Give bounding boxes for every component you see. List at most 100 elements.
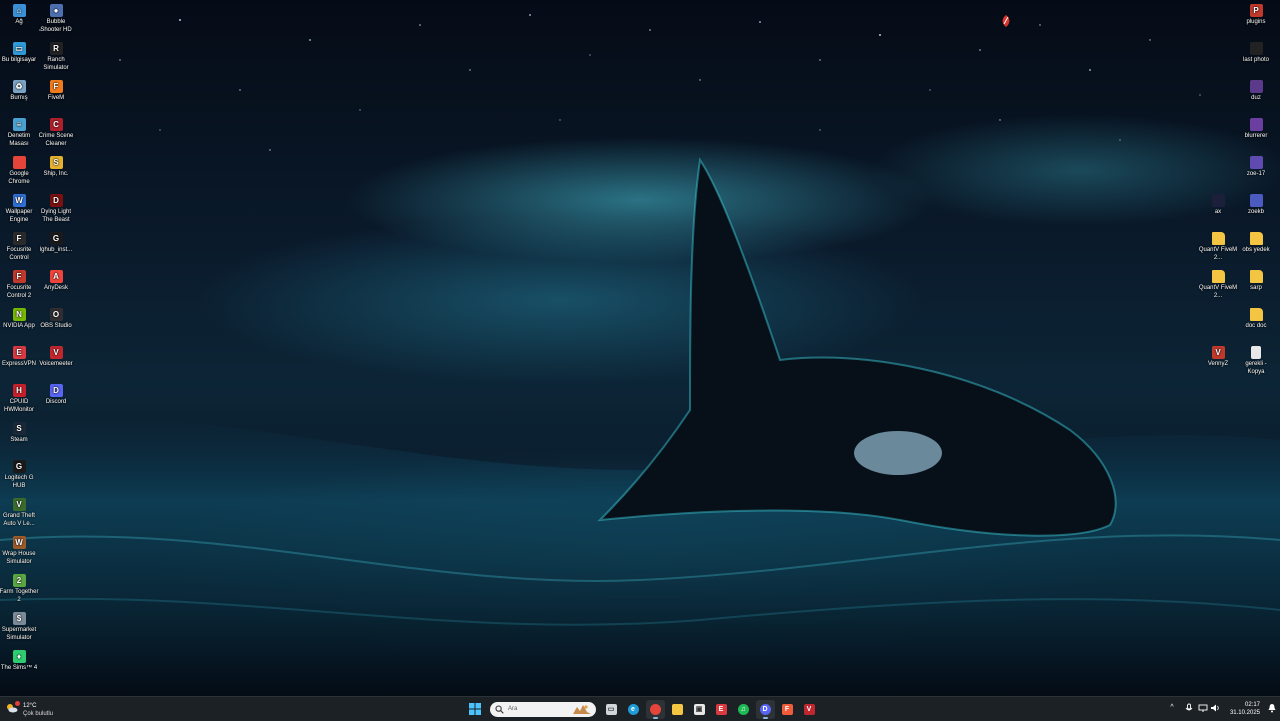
farm-icon: 2 [12, 574, 26, 587]
desktop-icon-label: QuantV FiveM 2... [1198, 285, 1238, 299]
desktop-icon-wallpaper-engine[interactable]: W Wallpaper Engine [0, 194, 39, 224]
desktop-icon-dying-light[interactable]: D Dying Light The Beast [36, 194, 76, 224]
chrome-icon [12, 156, 26, 169]
desktop-icon-plugins[interactable]: Pplugins [1236, 4, 1276, 27]
desktop-icon-label: obs yedek [1242, 247, 1270, 253]
desktop-icon-vennyz[interactable]: V VennyZ [1198, 346, 1238, 369]
desktop-icon-wrap-house[interactable]: W Wrap House Simulator [0, 536, 39, 566]
desktop-icon-chrome[interactable]: Google Chrome [0, 156, 39, 186]
logitech-icon: G [12, 460, 26, 473]
desktop-icon-label: Focusrite Control 2 [6, 285, 32, 299]
desktop-icon-image[interactable]: ax [1198, 194, 1238, 217]
start-button[interactable] [466, 700, 485, 719]
desktop-icon-image[interactable]: zoe-17 [1236, 156, 1276, 179]
desktop-icon-label: blurrerer [1244, 133, 1268, 139]
tray-overflow-chevron-icon[interactable]: ^ [1167, 703, 1177, 713]
desktop-icon-folder[interactable]: sarp [1236, 270, 1276, 293]
taskbar-app-edge[interactable]: e [624, 700, 643, 719]
desktop-icon-label: Dying Light The Beast [40, 209, 72, 223]
desktop-icon-gta[interactable]: V Grand Theft Auto V Le... [0, 498, 39, 528]
desktop-icon-focusrite[interactable]: F Focusrite Control [0, 232, 39, 262]
notification-bell-icon[interactable] [1267, 703, 1277, 713]
desktop-icon-bubble-shooter[interactable]: ● Bubble Shooter HD [36, 4, 76, 34]
ranch-icon: R [49, 42, 63, 55]
focusrite-icon: F [12, 270, 26, 283]
microphone-icon[interactable] [1184, 703, 1194, 713]
taskbar-app-fivem[interactable]: F [778, 700, 797, 719]
desktop-icon-ship-inc[interactable]: S Ship, Inc. [36, 156, 76, 179]
desktop-icon-label: plugins [1246, 19, 1266, 25]
desktop-icon-label: Bu bilgisayar [1, 57, 37, 63]
image-icon [1249, 194, 1263, 207]
desktop-icon-label: Steam [10, 437, 28, 443]
crime-scene-icon: C [49, 118, 63, 131]
floating-red-app-icon[interactable] [1000, 14, 1012, 28]
image-icon [1249, 156, 1263, 169]
taskbar-clock[interactable]: 02:17 31.10.2025 [1230, 701, 1260, 717]
expressvpn-icon: E [12, 346, 26, 359]
desktop-icon-image[interactable]: last photo [1236, 42, 1276, 65]
desktop-icon-label: VennyZ [1207, 361, 1229, 367]
taskbar-search-box[interactable]: Ara [490, 701, 596, 717]
task-view-icon: ▭ [605, 703, 617, 715]
taskbar-app-file-explorer[interactable] [668, 700, 687, 719]
desktop-icon-logitech[interactable]: Glghub_inst... [36, 232, 76, 255]
folder-icon [1211, 270, 1225, 283]
desktop-icon-computer[interactable]: ▭ Bu bilgisayar [0, 42, 39, 65]
document-icon [1251, 346, 1261, 359]
desktop-icon-network[interactable]: ⌂ Ağ [0, 4, 39, 27]
desktop-icon-focusrite[interactable]: F Focusrite Control 2 [0, 270, 39, 300]
weather-temperature: 12°C [23, 703, 37, 709]
taskbar-app-spotify[interactable]: ♫ [734, 700, 753, 719]
desktop-icon-label: zoekb [1247, 209, 1264, 215]
volume-icon[interactable] [1210, 703, 1220, 713]
desktop-icon-sims[interactable]: ♦ The Sims™ 4 [0, 650, 39, 673]
voicemeeter-icon: V [803, 703, 815, 715]
desktop-icon-farm[interactable]: 2 Farm Together 2 [0, 574, 39, 604]
network-icon[interactable] [1198, 703, 1208, 713]
desktop-icon-anydesk[interactable]: A AnyDesk [36, 270, 76, 293]
desktop-icon-nvidia[interactable]: N NVIDIA App [0, 308, 39, 331]
search-icon [495, 704, 504, 714]
desktop-icon-fivem[interactable]: F FiveM [36, 80, 76, 103]
weather-widget[interactable]: 12°C Çok bulutlu [6, 700, 76, 718]
taskbar-app-discord[interactable]: D [755, 699, 775, 719]
desktop-icon-image[interactable]: duz [1236, 80, 1276, 103]
desktop-icon-recycle-bin[interactable]: ♻ Burnış [0, 80, 39, 103]
folder-icon [1211, 232, 1225, 245]
hwmonitor-icon: H [12, 384, 26, 397]
taskbar-app-expressvpn[interactable]: E [712, 700, 731, 719]
desktop-icon-folder[interactable]: obs yedek [1236, 232, 1276, 255]
desktop-icon-document[interactable]: gerekli - Kopya [1236, 346, 1276, 376]
wallpaper-engine-icon: W [12, 194, 26, 207]
search-highlight-art-icon [573, 704, 591, 714]
desktop-icon-expressvpn[interactable]: E ExpressVPN [0, 346, 39, 369]
desktop-icon-folder[interactable]: QuantV FiveM 2... [1198, 270, 1238, 300]
desktop-icon-voicemeeter[interactable]: V Voicemeeter [36, 346, 76, 369]
desktop-icon-ranch[interactable]: R Ranch Simulator [36, 42, 76, 72]
desktop-icon-obs[interactable]: O OBS Studio [36, 308, 76, 331]
desktop-icon-folder[interactable]: QuantV FiveM 2... [1198, 232, 1238, 262]
desktop-icon-label: Farm Together 2 [0, 589, 39, 603]
taskbar-app-microsoft-store[interactable]: ▣ [690, 700, 709, 719]
desktop-icon-label: Wallpaper Engine [5, 209, 33, 223]
taskbar-app-chrome[interactable] [645, 699, 665, 719]
desktop-icon-label: Ağ [15, 19, 23, 25]
desktop-icon-label: Ranch Simulator [43, 57, 69, 71]
desktop-icon-discord[interactable]: D Discord [36, 384, 76, 407]
desktop-icon-logitech[interactable]: G Logitech G HUB [0, 460, 39, 490]
desktop-icon-image[interactable]: zoekb [1236, 194, 1276, 217]
desktop-icon-label: zoe-17 [1246, 171, 1266, 177]
taskbar-app-voicemeeter[interactable]: V [800, 700, 819, 719]
desktop-icon-image[interactable]: blurrerer [1236, 118, 1276, 141]
desktop-icon-label: CPUID HWMonitor [3, 399, 34, 413]
desktop-icon-hwmonitor[interactable]: H CPUID HWMonitor [0, 384, 39, 414]
desktop-icon-folder[interactable]: doc doc [1236, 308, 1276, 331]
desktop-icon-control-panel[interactable]: ≡ Denetim Masası [0, 118, 39, 148]
desktop-icon-label: Discord [45, 399, 67, 405]
desktop-icon-steam[interactable]: S Steam [0, 422, 39, 445]
desktop-icon-crime-scene[interactable]: C Crime Scene Cleaner [36, 118, 76, 148]
taskbar-app-task-view[interactable]: ▭ [602, 700, 621, 719]
desktop-icon-supermarket[interactable]: $ Supermarket Simulator [0, 612, 39, 642]
chrome-icon [649, 703, 661, 715]
